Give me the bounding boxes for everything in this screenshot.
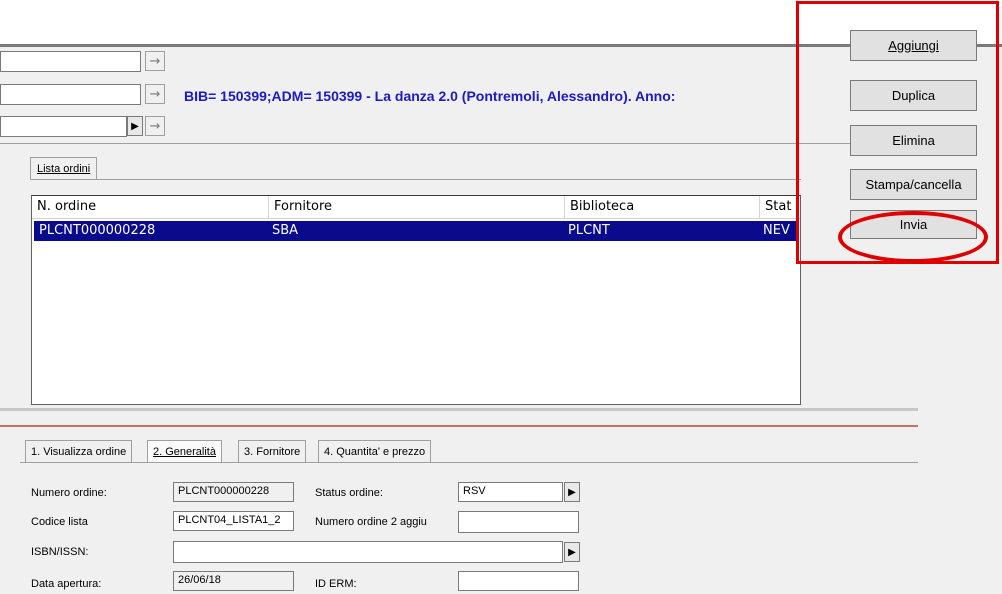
status-ordine-field[interactable]: RSV	[458, 482, 563, 502]
col-header-biblioteca[interactable]: Biblioteca	[565, 196, 760, 218]
top-field-3[interactable]	[0, 116, 127, 137]
codice-lista-label: Codice lista	[31, 516, 88, 528]
cell-status: NEV	[763, 223, 790, 238]
tab-quantita-prezzo[interactable]: 4. Quantita' e prezzo	[318, 440, 432, 462]
table-row[interactable]: PLCNT000000228 SBA PLCNT NEV	[34, 221, 798, 241]
isbn-label: ISBN/ISSN:	[31, 546, 89, 558]
isbn-field[interactable]	[173, 541, 563, 563]
arrow-right-icon[interactable]: →	[145, 116, 165, 136]
tab-lista-ordini[interactable]: Lista ordini	[30, 157, 98, 180]
list-header: N. ordine Fornitore Biblioteca Stat	[32, 196, 800, 219]
id-erm-label: ID ERM:	[315, 578, 357, 590]
tab-visualizza-ordine[interactable]: 1. Visualizza ordine	[25, 440, 133, 462]
codice-lista-field[interactable]: PLCNT04_LISTA1_2	[173, 511, 294, 531]
top-field-1[interactable]	[0, 51, 141, 72]
data-apertura-label: Data apertura:	[31, 578, 102, 590]
cell-ordine: PLCNT000000228	[39, 223, 156, 238]
status-ordine-label: Status ordine:	[315, 487, 383, 499]
tab-fornitore[interactable]: 3. Fornitore	[238, 440, 307, 462]
play-icon[interactable]: ▶	[564, 482, 580, 502]
tab-underline	[30, 179, 801, 180]
col-header-fornitore[interactable]: Fornitore	[269, 196, 565, 218]
data-apertura-field[interactable]: 26/06/18	[173, 571, 294, 591]
cell-biblioteca: PLCNT	[568, 223, 610, 238]
tab-generalita[interactable]: 2. Generalità	[147, 440, 222, 462]
numero-ordine2-field[interactable]	[458, 511, 579, 533]
id-erm-field[interactable]	[458, 571, 579, 591]
highlight-ellipse	[838, 211, 988, 263]
cell-fornitore: SBA	[272, 223, 299, 238]
arrow-right-icon[interactable]: →	[145, 84, 165, 104]
col-header-ordine[interactable]: N. ordine	[32, 196, 269, 218]
top-field-2[interactable]	[0, 84, 141, 105]
arrow-right-icon[interactable]: →	[145, 51, 165, 71]
splitter-line	[0, 425, 918, 427]
orders-list[interactable]: N. ordine Fornitore Biblioteca Stat PLCN…	[31, 195, 801, 405]
record-info: BIB= 150399;ADM= 150399 - La danza 2.0 (…	[184, 88, 676, 104]
play-icon[interactable]: ▶	[127, 116, 143, 136]
numero-ordine2-label: Numero ordine 2 aggiu	[315, 516, 427, 528]
numero-ordine-field[interactable]: PLCNT000000228	[173, 482, 294, 502]
divider	[0, 143, 918, 144]
col-header-status[interactable]: Stat	[760, 196, 800, 218]
play-icon[interactable]: ▶	[564, 542, 580, 562]
divider	[0, 408, 918, 411]
numero-ordine-label: Numero ordine:	[31, 487, 107, 499]
